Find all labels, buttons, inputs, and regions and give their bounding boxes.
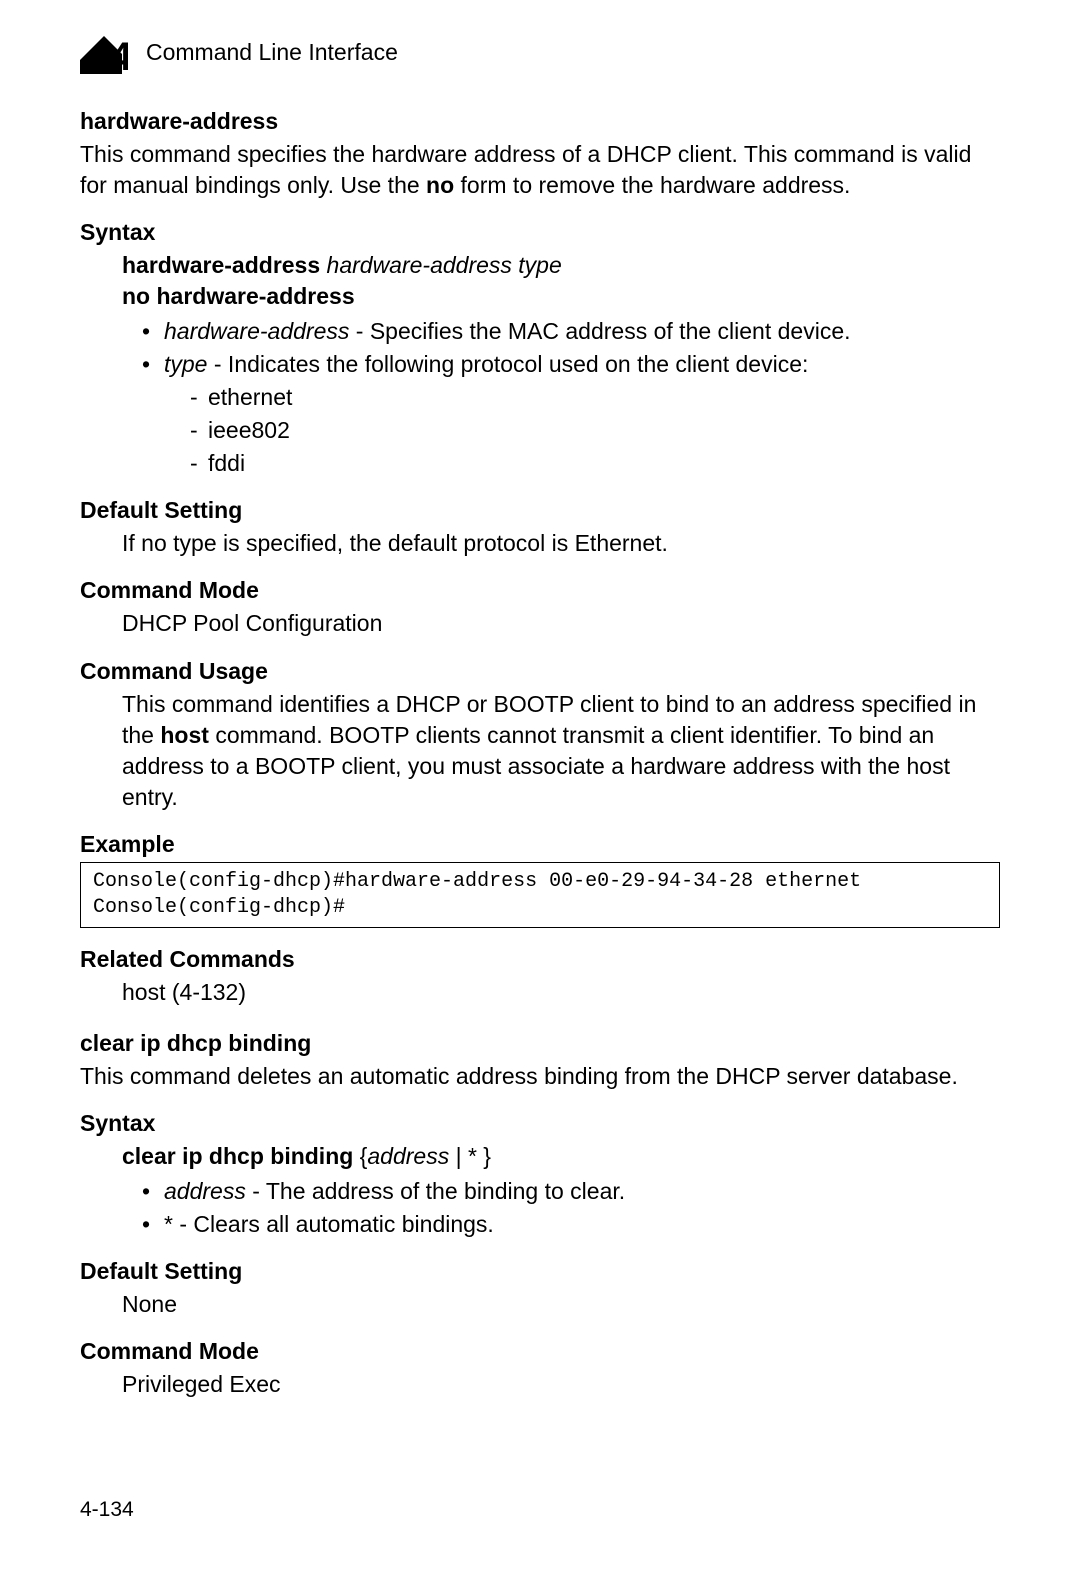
syntax-heading: Syntax	[80, 219, 1000, 246]
text: - Specifies the MAC address of the clien…	[349, 318, 850, 344]
bold-text: no hardware-address	[122, 283, 355, 309]
chapter-title: Command Line Interface	[146, 39, 398, 66]
italic-text: hardware-address type	[320, 252, 562, 278]
list-item: fddi	[190, 448, 1000, 479]
italic-text: type	[164, 351, 207, 377]
default-setting-heading: Default Setting	[80, 497, 1000, 524]
default-setting-body: If no type is specified, the default pro…	[122, 528, 1000, 559]
command-mode-body: Privileged Exec	[122, 1369, 1000, 1400]
chapter-number-text: 4	[110, 35, 128, 74]
parameter-list: hardware-address - Specifies the MAC add…	[142, 316, 1000, 479]
related-commands-heading: Related Commands	[80, 946, 1000, 973]
text: | * }	[449, 1143, 491, 1169]
bold-text: hardware-address	[122, 252, 320, 278]
text: - The address of the binding to clear.	[246, 1178, 625, 1204]
bold-text: clear ip dhcp binding	[122, 1143, 353, 1169]
command-mode-body: DHCP Pool Configuration	[122, 608, 1000, 639]
syntax-line: no hardware-address	[122, 281, 1000, 312]
command-mode-heading: Command Mode	[80, 577, 1000, 604]
command-description: This command specifies the hardware addr…	[80, 139, 1000, 201]
syntax-line: clear ip dhcp binding {address | * }	[122, 1141, 1000, 1172]
command-usage-body: This command identifies a DHCP or BOOTP …	[122, 689, 1000, 813]
list-item: hardware-address - Specifies the MAC add…	[142, 316, 1000, 347]
example-heading: Example	[80, 831, 1000, 858]
example-code-block: Console(config-dhcp)#hardware-address 00…	[80, 862, 1000, 928]
italic-text: hardware-address	[164, 318, 349, 344]
list-item: ieee802	[190, 415, 1000, 446]
text: - Indicates the following protocol used …	[207, 351, 808, 377]
command-mode-heading: Command Mode	[80, 1338, 1000, 1365]
italic-text: address	[164, 1178, 246, 1204]
command-usage-heading: Command Usage	[80, 658, 1000, 685]
list-item: ethernet	[190, 382, 1000, 413]
bold-text: *	[164, 1211, 173, 1237]
related-commands-body: host (4-132)	[122, 977, 1000, 1008]
command-clear-ip-dhcp-binding: clear ip dhcp binding This command delet…	[80, 1030, 1000, 1400]
command-title: hardware-address	[80, 108, 1000, 135]
type-list: ethernet ieee802 fddi	[190, 382, 1000, 479]
page: 4 Command Line Interface hardware-addres…	[0, 0, 1080, 1570]
text: {	[353, 1143, 367, 1169]
list-item: type - Indicates the following protocol …	[142, 349, 1000, 479]
parameter-list: address - The address of the binding to …	[142, 1176, 1000, 1240]
list-item: * - Clears all automatic bindings.	[142, 1209, 1000, 1240]
bold-text: host	[160, 722, 209, 748]
bold-text: no	[426, 172, 454, 198]
text: - Clears all automatic bindings.	[173, 1211, 494, 1237]
text: form to remove the hardware address.	[454, 172, 850, 198]
chapter-header: 4 Command Line Interface	[80, 30, 1000, 74]
italic-text: address	[367, 1143, 449, 1169]
command-description: This command deletes an automatic addres…	[80, 1061, 1000, 1092]
syntax-line: hardware-address hardware-address type	[122, 250, 1000, 281]
page-number: 4-134	[80, 1498, 134, 1522]
default-setting-body: None	[122, 1289, 1000, 1320]
command-title: clear ip dhcp binding	[80, 1030, 1000, 1057]
syntax-heading: Syntax	[80, 1110, 1000, 1137]
chapter-number-icon: 4	[80, 30, 128, 74]
command-hardware-address: hardware-address This command specifies …	[80, 108, 1000, 1008]
text: command. BOOTP clients cannot transmit a…	[122, 722, 950, 810]
default-setting-heading: Default Setting	[80, 1258, 1000, 1285]
list-item: address - The address of the binding to …	[142, 1176, 1000, 1207]
